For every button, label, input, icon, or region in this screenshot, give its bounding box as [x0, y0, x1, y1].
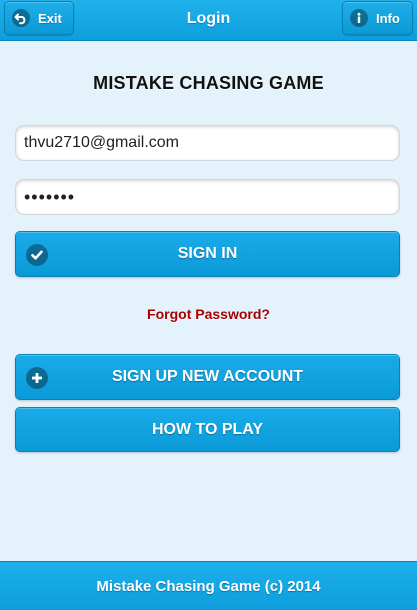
info-button[interactable]: Info	[342, 1, 413, 35]
email-field[interactable]	[15, 125, 400, 161]
forgot-password-link[interactable]: Forgot Password?	[0, 306, 417, 322]
sign-up-label: SIGN UP NEW ACCOUNT	[111, 368, 304, 385]
sign-in-label: SIGN IN	[177, 245, 238, 262]
plus-icon	[26, 367, 48, 389]
footer-bar: Mistake Chasing Game (c) 2014	[0, 561, 417, 610]
game-heading: MISTAKE CHASING GAME	[93, 73, 324, 93]
check-icon	[26, 244, 48, 266]
password-field[interactable]	[15, 179, 400, 215]
sign-in-button[interactable]: SIGN IN	[15, 231, 400, 277]
sign-up-button[interactable]: SIGN UP NEW ACCOUNT	[15, 354, 400, 400]
header-bar: Exit Login Info	[0, 0, 417, 41]
info-icon	[350, 9, 368, 27]
how-to-play-button[interactable]: HOW TO PLAY	[15, 407, 400, 452]
how-to-play-label: HOW TO PLAY	[151, 420, 264, 438]
info-button-label: Info	[376, 10, 400, 26]
footer-text: Mistake Chasing Game (c) 2014	[96, 577, 321, 595]
